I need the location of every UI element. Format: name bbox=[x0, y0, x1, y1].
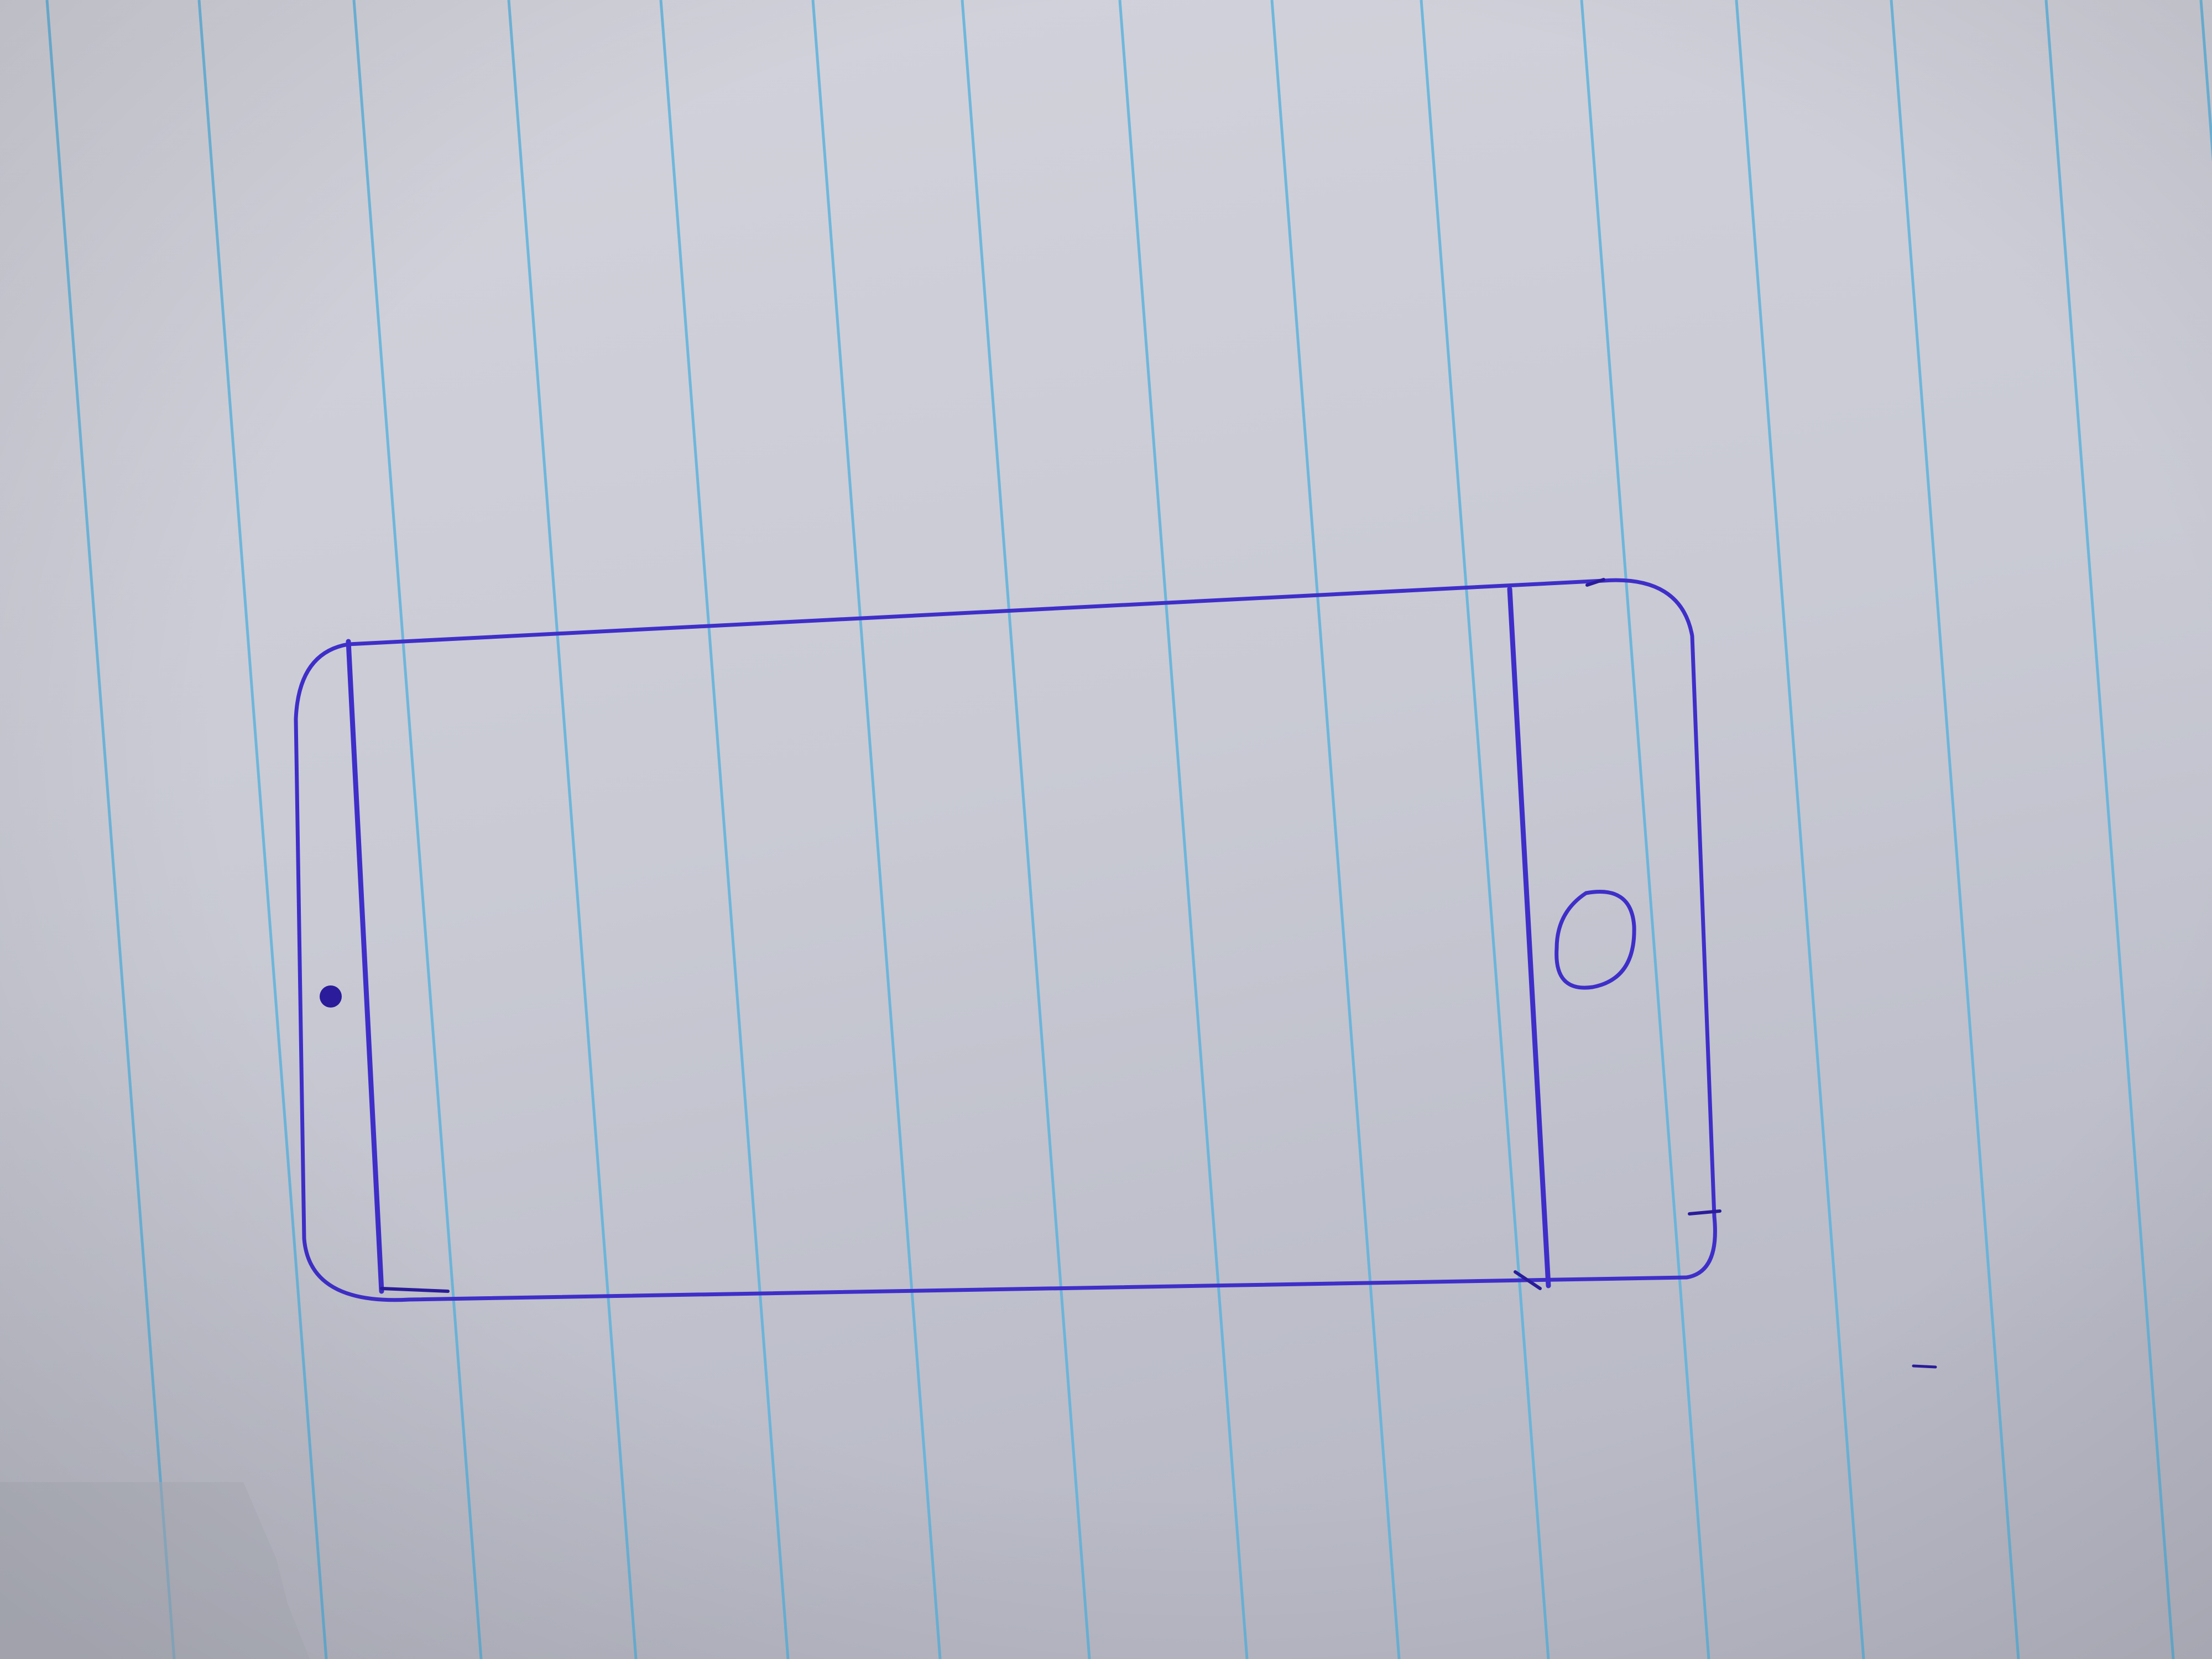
notebook-paper-photo bbox=[0, 0, 2212, 1659]
sketch-canvas bbox=[0, 0, 2212, 1659]
photo-vignette bbox=[0, 0, 2212, 1659]
